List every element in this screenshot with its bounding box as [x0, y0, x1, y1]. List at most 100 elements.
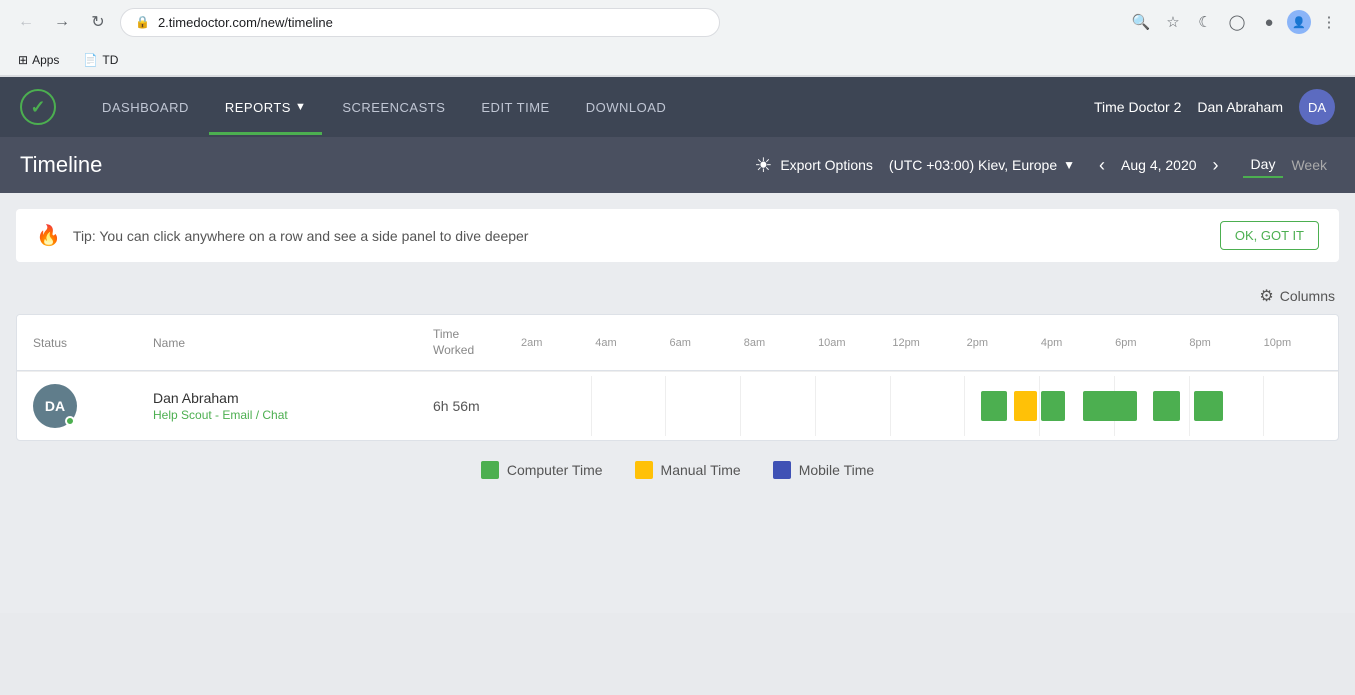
gear-icon: ⚙ [1259, 286, 1273, 306]
timeline-bars-container [517, 376, 1338, 436]
tip-banner: 🔥 Tip: You can click anywhere on a row a… [16, 209, 1339, 262]
export-label: Export Options [780, 157, 873, 173]
checkmark-icon: ✓ [30, 97, 45, 118]
time-label-12pm: 12pm [892, 337, 966, 349]
manual-time-color-swatch [635, 461, 653, 479]
browser-chrome: ← → ↻ 🔒 2.timedoctor.com/new/timeline 🔍 … [0, 0, 1355, 77]
page-title: Timeline [20, 152, 102, 178]
time-label-8pm: 8pm [1189, 337, 1263, 349]
mobile-time-color-swatch [773, 461, 791, 479]
time-bar-0 [981, 391, 1007, 421]
avatar-initials: DA [45, 398, 65, 414]
bookmark-td[interactable]: 📄 TD [77, 51, 124, 69]
user-task[interactable]: Help Scout - Email / Chat [153, 408, 288, 422]
bookmark-apps[interactable]: ⊞ Apps [12, 51, 65, 69]
reports-chevron-icon: ▼ [295, 101, 306, 113]
time-bar-5 [1194, 391, 1223, 421]
app-header: ✓ DASHBOARD REPORTS ▼ SCREENCASTS EDIT T… [0, 77, 1355, 137]
reports-label: REPORTS [225, 100, 291, 115]
time-label-2am: 2am [521, 337, 595, 349]
forward-button[interactable]: → [48, 8, 76, 36]
bookmarks-bar: ⊞ Apps 📄 TD [0, 44, 1355, 76]
nav-dashboard[interactable]: DASHBOARD [86, 80, 205, 135]
table-header: Status Name TimeWorked 2am 4am 6am 8am 1… [17, 315, 1338, 371]
timezone-selector[interactable]: (UTC +03:00) Kiev, Europe ▼ [889, 157, 1075, 173]
search-icon[interactable]: 🔍 [1127, 8, 1155, 36]
extensions-icon[interactable]: ● [1255, 8, 1283, 36]
time-label-6pm: 6pm [1115, 337, 1189, 349]
app-name: Time Doctor 2 [1094, 99, 1181, 115]
user-display-name: Dan Abraham [1197, 99, 1283, 115]
back-button[interactable]: ← [12, 8, 40, 36]
night-mode-icon[interactable]: ☾ [1191, 8, 1219, 36]
manual-time-label: Manual Time [661, 462, 741, 478]
export-options-button[interactable]: ☀ Export Options [754, 153, 873, 178]
timeline-table: Status Name TimeWorked 2am 4am 6am 8am 1… [16, 314, 1339, 441]
timeline-controls: ☀ Export Options (UTC +03:00) Kiev, Euro… [754, 151, 1335, 180]
more-menu-button[interactable]: ⋮ [1315, 8, 1343, 36]
td-bookmark-icon: 📄 [83, 53, 98, 67]
reports-nav-item: REPORTS ▼ [225, 100, 307, 115]
bookmark-icon[interactable]: ☆ [1159, 8, 1187, 36]
time-bar-1 [1014, 391, 1037, 421]
nav-screencasts[interactable]: SCREENCASTS [326, 80, 461, 135]
timezone-chevron-icon: ▼ [1063, 158, 1075, 172]
logo-icon: ✓ [20, 89, 56, 125]
reload-button[interactable]: ↻ [84, 8, 112, 36]
next-date-button[interactable]: › [1205, 151, 1227, 180]
lock-icon: 🔒 [135, 15, 150, 29]
browser-toolbar: ← → ↻ 🔒 2.timedoctor.com/new/timeline 🔍 … [0, 0, 1355, 44]
table-row[interactable]: DA Dan Abraham Help Scout - Email / Chat… [17, 371, 1338, 440]
prev-date-button[interactable]: ‹ [1091, 151, 1113, 180]
profile-avatar[interactable]: 👤 [1287, 10, 1311, 34]
nav-reports[interactable]: REPORTS ▼ [209, 80, 323, 135]
time-worked-cell: 6h 56m [417, 372, 517, 440]
bookmark-apps-label: Apps [32, 53, 59, 67]
time-label-4pm: 4pm [1041, 337, 1115, 349]
user-avatar[interactable]: DA [1299, 89, 1335, 125]
status-column-header: Status [17, 315, 137, 370]
timer-icon[interactable]: ◯ [1223, 8, 1251, 36]
online-status-dot [65, 416, 75, 426]
nav-edit-time[interactable]: EDIT TIME [465, 80, 565, 135]
columns-row: ⚙ Columns [16, 278, 1339, 314]
legend-mobile-time: Mobile Time [773, 461, 874, 479]
computer-time-label: Computer Time [507, 462, 603, 478]
name-column-header: Name [137, 315, 417, 370]
legend-computer-time: Computer Time [481, 461, 603, 479]
legend: Computer Time Manual Time Mobile Time [16, 441, 1339, 499]
time-bar-3 [1083, 391, 1136, 421]
time-label-6am: 6am [670, 337, 744, 349]
fire-icon: 🔥 [36, 223, 61, 248]
week-view-button[interactable]: Week [1283, 153, 1335, 177]
time-label-2pm: 2pm [967, 337, 1041, 349]
columns-button[interactable]: ⚙ Columns [1259, 286, 1335, 306]
user-full-name: Dan Abraham [153, 390, 288, 406]
user-initials: DA [1308, 100, 1326, 115]
columns-label: Columns [1280, 288, 1335, 304]
user-status-avatar: DA [33, 384, 77, 428]
time-label-10pm: 10pm [1264, 337, 1338, 349]
name-cell: Dan Abraham Help Scout - Email / Chat [137, 372, 417, 440]
timeline-cell [517, 372, 1338, 440]
computer-time-color-swatch [481, 461, 499, 479]
bars-layer [517, 376, 1338, 436]
url-text: 2.timedoctor.com/new/timeline [158, 15, 333, 30]
address-bar[interactable]: 🔒 2.timedoctor.com/new/timeline [120, 8, 720, 37]
mobile-time-label: Mobile Time [799, 462, 874, 478]
time-bar-4 [1153, 391, 1179, 421]
bookmark-td-label: TD [102, 53, 118, 67]
ok-got-it-button[interactable]: OK, GOT IT [1220, 221, 1319, 250]
avatar-image: 👤 [1292, 16, 1306, 29]
time-worked-column-header: TimeWorked [417, 315, 517, 370]
time-worked-value: 6h 56m [433, 398, 480, 414]
view-toggle: Day Week [1243, 152, 1335, 178]
nav-download[interactable]: DOWNLOAD [570, 80, 683, 135]
time-label-8am: 8am [744, 337, 818, 349]
day-view-button[interactable]: Day [1243, 152, 1284, 178]
tip-text: Tip: You can click anywhere on a row and… [73, 228, 1208, 244]
logo[interactable]: ✓ [20, 89, 56, 125]
timeline-header-bar: Timeline ☀ Export Options (UTC +03:00) K… [0, 137, 1355, 193]
time-label-10am: 10am [818, 337, 892, 349]
legend-manual-time: Manual Time [635, 461, 741, 479]
